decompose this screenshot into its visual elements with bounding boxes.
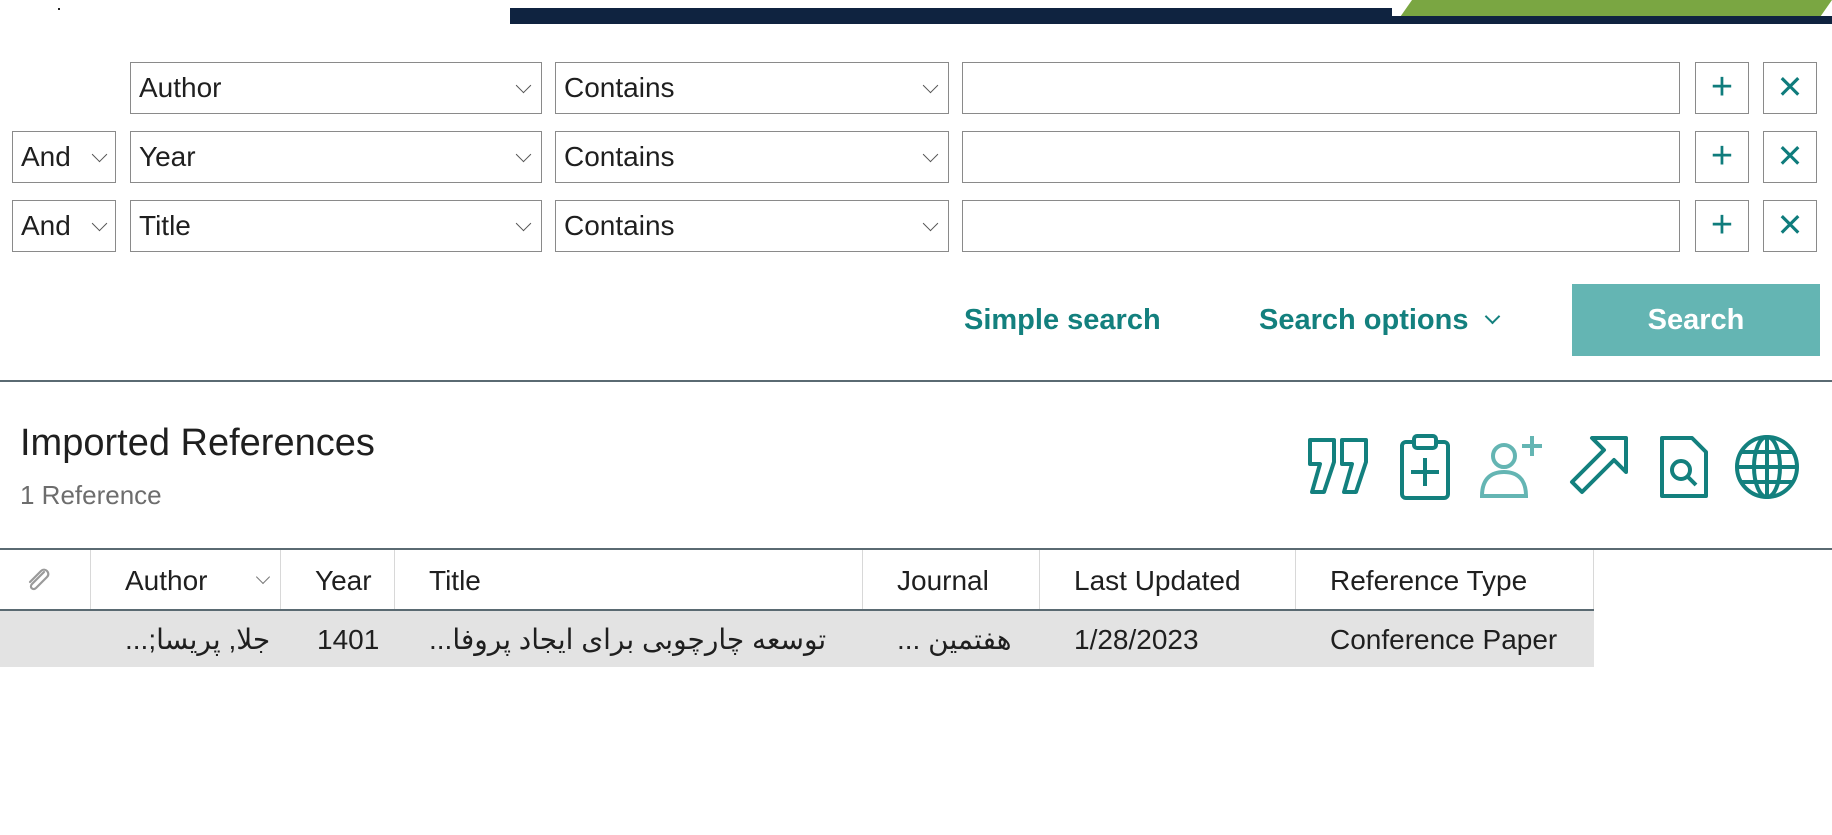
cell-title: ...توسعه چارچوبی برای ایجاد پروفا	[395, 611, 863, 667]
operator-select-value: Contains	[564, 72, 675, 103]
remove-row-button[interactable]: ✕	[1763, 131, 1817, 183]
plus-icon: +	[1710, 66, 1734, 108]
search-row-3: And Title Contains + ✕	[0, 200, 1832, 256]
chevron-down-icon	[1484, 308, 1500, 325]
chevron-down-icon	[255, 569, 271, 585]
operator-select-value: Contains	[564, 141, 675, 172]
field-select-value: Year	[139, 141, 196, 172]
journal-header-label: Journal	[897, 565, 989, 596]
operator-select-3[interactable]: Contains	[555, 200, 949, 252]
section-divider	[0, 380, 1832, 382]
reference-type-header-label: Reference Type	[1330, 565, 1528, 596]
cell-author: ...;جلا, پریسا	[91, 611, 281, 667]
plus-icon: +	[1710, 204, 1734, 246]
simple-search-link[interactable]: Simple search	[964, 304, 1161, 337]
table-row[interactable]: ...;جلا, پریسا 1401 ...توسعه چارچوبی برا…	[0, 611, 1594, 667]
cell-reference-type: Conference Paper	[1296, 611, 1594, 667]
table-header: Author Year Title Journal Last Updated R…	[0, 550, 1594, 611]
top-banner-bar	[510, 0, 1832, 24]
find-pdf-icon[interactable]	[1648, 432, 1718, 502]
search-options-label: Search options	[1259, 304, 1469, 336]
column-header-journal[interactable]: Journal	[863, 550, 1040, 609]
operator-select-value: Contains	[564, 210, 675, 241]
column-header-reference-type[interactable]: Reference Type	[1296, 550, 1594, 609]
search-value-input-2[interactable]	[962, 131, 1680, 183]
search-row-2: And Year Contains + ✕	[0, 131, 1832, 187]
chevron-down-icon	[515, 146, 532, 163]
add-row-button[interactable]: +	[1695, 131, 1749, 183]
connector-select-value: And	[21, 141, 71, 172]
clipboard-add-icon[interactable]	[1390, 432, 1460, 502]
field-select-value: Author	[139, 72, 222, 103]
operator-select-2[interactable]: Contains	[555, 131, 949, 183]
cell-journal: ... هفتمین	[863, 611, 1040, 667]
column-header-year[interactable]: Year	[281, 550, 395, 609]
search-options-dropdown[interactable]: Search options	[1259, 304, 1500, 337]
year-header-label: Year	[315, 565, 372, 596]
chevron-down-icon	[922, 77, 939, 94]
section-title: Imported References	[20, 422, 375, 464]
last-updated-value: 1/28/2023	[1074, 624, 1199, 655]
chevron-down-icon	[922, 215, 939, 232]
plus-icon: +	[1710, 135, 1734, 177]
chevron-down-icon	[91, 146, 108, 163]
share-arrow-icon[interactable]	[1562, 432, 1632, 502]
search-value-input-1[interactable]	[962, 62, 1680, 114]
globe-icon[interactable]	[1732, 432, 1802, 502]
journal-value: ... هفتمین	[897, 624, 1012, 655]
connector-select-value: And	[21, 210, 71, 241]
quote-icon[interactable]	[1304, 432, 1374, 502]
last-updated-header-label: Last Updated	[1074, 565, 1241, 596]
title-header-label: Title	[429, 565, 481, 596]
column-header-author[interactable]: Author	[91, 550, 281, 609]
banner-green-accent	[1400, 0, 1832, 16]
paperclip-icon	[28, 568, 50, 591]
title-value: ...توسعه چارچوبی برای ایجاد پروفا	[429, 624, 827, 655]
field-select-2[interactable]: Year	[130, 131, 542, 183]
reference-type-value: Conference Paper	[1330, 624, 1558, 655]
remove-row-button[interactable]: ✕	[1763, 62, 1817, 114]
column-header-title[interactable]: Title	[395, 550, 863, 609]
chevron-down-icon	[922, 146, 939, 163]
cell-year: 1401	[281, 611, 395, 667]
close-icon: ✕	[1776, 207, 1804, 243]
author-value: ...;جلا, پریسا	[125, 624, 271, 655]
author-header-label: Author	[125, 565, 208, 596]
cell-last-updated: 1/28/2023	[1040, 611, 1296, 667]
field-select-3[interactable]: Title	[130, 200, 542, 252]
search-button[interactable]: Search	[1572, 284, 1820, 356]
connector-select-2[interactable]: And	[12, 131, 116, 183]
close-icon: ✕	[1776, 69, 1804, 105]
field-select-value: Title	[139, 210, 191, 241]
chevron-down-icon	[515, 215, 532, 232]
year-value: 1401	[317, 624, 380, 655]
add-row-button[interactable]: +	[1695, 200, 1749, 252]
column-header-last-updated[interactable]: Last Updated	[1040, 550, 1296, 609]
add-user-icon[interactable]	[1476, 432, 1546, 502]
chevron-down-icon	[515, 77, 532, 94]
chevron-down-icon	[91, 215, 108, 232]
remove-row-button[interactable]: ✕	[1763, 200, 1817, 252]
decorative-dot	[58, 8, 60, 10]
search-row-1: Author Contains + ✕	[0, 62, 1832, 118]
search-value-input-3[interactable]	[962, 200, 1680, 252]
reference-count: 1 Reference	[20, 480, 162, 510]
field-select-1[interactable]: Author	[130, 62, 542, 114]
column-header-attachment[interactable]	[0, 550, 91, 609]
connector-select-3[interactable]: And	[12, 200, 116, 252]
add-row-button[interactable]: +	[1695, 62, 1749, 114]
operator-select-1[interactable]: Contains	[555, 62, 949, 114]
close-icon: ✕	[1776, 138, 1804, 174]
